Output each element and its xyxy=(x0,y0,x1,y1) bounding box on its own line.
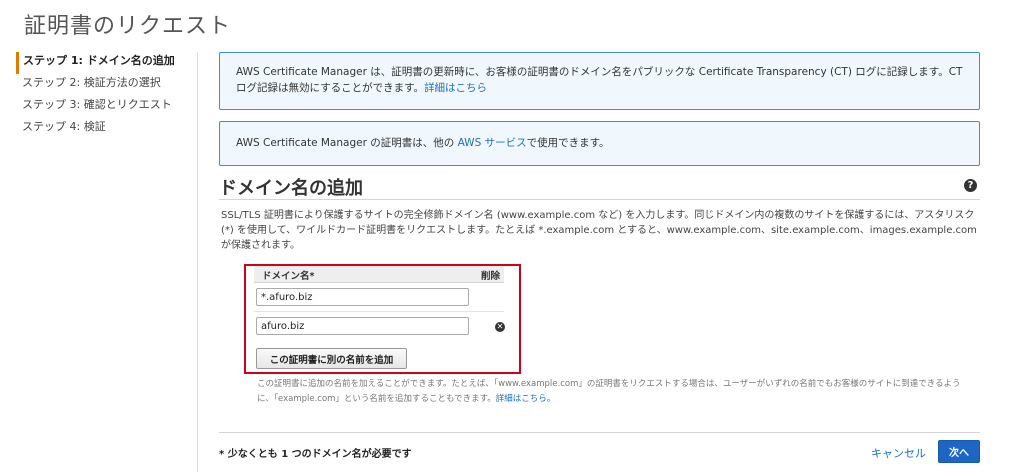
aws-services-info-box: AWS Certificate Manager の証明書は、他の AWS サービ… xyxy=(219,121,980,166)
x-circle-icon[interactable]: ✕ xyxy=(495,322,505,332)
question-circle-icon[interactable]: ? xyxy=(964,179,977,192)
domain-name-input-2[interactable] xyxy=(256,317,469,335)
step-2-validation-method[interactable]: ステップ 2: 検証方法の選択 xyxy=(16,74,196,96)
cancel-link[interactable]: キャンセル xyxy=(871,445,926,461)
section-divider xyxy=(219,199,980,200)
add-another-name-button[interactable]: この証明書に別の名前を追加 xyxy=(256,348,407,369)
ct-logging-info-box: AWS Certificate Manager は、証明書の更新時に、お客様の証… xyxy=(219,52,980,110)
aws-services-info-text-after: で使用できます。 xyxy=(526,137,610,149)
domain-row: ✕ xyxy=(254,311,505,339)
domain-table-header: ドメイン名* 削除 xyxy=(254,266,504,283)
add-name-hint-text: この証明書に追加の名前を加えることができます。たとえば、「www.example… xyxy=(257,379,961,404)
add-name-hint: この証明書に追加の名前を加えることができます。たとえば、「www.example… xyxy=(257,377,977,407)
domain-name-input-1[interactable] xyxy=(256,288,469,306)
aws-services-link[interactable]: AWS サービス xyxy=(458,137,527,149)
section-title: ドメイン名の追加 xyxy=(219,178,363,199)
section-description: SSL/TLS 証明書により保護するサイトの完全修飾ドメイン名 (www.exa… xyxy=(221,210,977,251)
step-4-validation[interactable]: ステップ 4: 検証 xyxy=(16,118,196,140)
step-3-review-request[interactable]: ステップ 3: 確認とリクエスト xyxy=(16,96,196,118)
next-button[interactable]: 次へ xyxy=(938,440,980,463)
domain-name-column-header: ドメイン名* xyxy=(262,271,315,282)
page-title: 証明書のリクエスト xyxy=(24,14,232,39)
steps-nav: ステップ 1: ドメイン名の追加 ステップ 2: 検証方法の選択 ステップ 3:… xyxy=(16,52,196,140)
add-name-details-link[interactable]: 詳細はこちら。 xyxy=(496,394,556,404)
sidebar-divider xyxy=(197,52,198,472)
aws-services-info-text-before: AWS Certificate Manager の証明書は、他の xyxy=(236,137,458,149)
step-1-add-domain[interactable]: ステップ 1: ドメイン名の追加 xyxy=(16,52,196,74)
domain-row xyxy=(254,283,504,311)
delete-column-header: 削除 xyxy=(480,271,500,282)
ct-logging-details-link[interactable]: 詳細はこちら xyxy=(424,82,487,94)
domain-name-table: ドメイン名* 削除 ✕ xyxy=(254,266,505,339)
ct-logging-info-text: AWS Certificate Manager は、証明書の更新時に、お客様の証… xyxy=(236,66,963,94)
required-note: * 少なくとも 1 つのドメイン名が必要です xyxy=(219,449,412,460)
footer-divider xyxy=(219,432,980,433)
